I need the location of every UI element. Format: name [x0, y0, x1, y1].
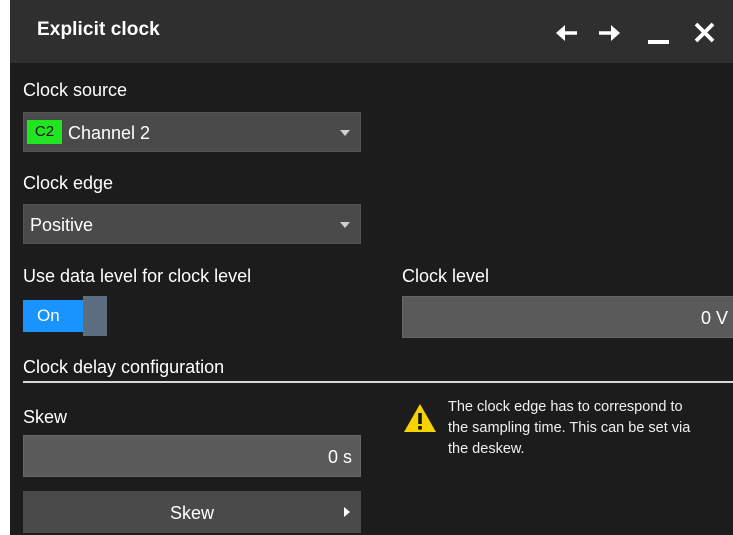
dropdown-arrow-icon	[340, 222, 350, 228]
close-icon[interactable]	[692, 20, 718, 46]
back-arrow-icon[interactable]	[553, 20, 579, 46]
minimize-icon[interactable]	[646, 20, 672, 46]
clock-source-dropdown[interactable]: C2 Channel 2	[23, 112, 361, 152]
skew-field[interactable]: 0 s	[23, 435, 361, 477]
skew-button-label: Skew	[169, 503, 214, 523]
explicit-clock-dialog: Explicit clock Clock source C2 Channel 2…	[10, 0, 733, 535]
skew-label: Skew	[23, 407, 68, 427]
warning-icon	[404, 404, 436, 432]
submenu-arrow-icon	[344, 507, 350, 517]
clock-source-label: Clock source	[23, 80, 128, 100]
clock-level-value: 0 V	[700, 308, 728, 328]
dropdown-arrow-icon	[340, 130, 350, 136]
note-line-1: The clock edge has to correspond to	[448, 399, 683, 415]
clock-edge-value: Positive	[30, 215, 94, 235]
clock-source-value: Channel 2	[68, 123, 151, 143]
skew-button[interactable]: Skew	[23, 491, 361, 533]
toggle-state: On	[23, 300, 83, 332]
clock-edge-dropdown[interactable]: Positive	[23, 204, 361, 244]
use-data-level-label: Use data level for clock level	[23, 266, 252, 286]
skew-value: 0 s	[327, 447, 352, 467]
clock-delay-heading: Clock delay configuration	[23, 357, 225, 377]
clock-level-label: Clock level	[402, 266, 490, 286]
channel-badge: C2	[27, 120, 62, 144]
section-divider	[23, 381, 733, 383]
clock-edge-label: Clock edge	[23, 173, 114, 193]
clock-level-field[interactable]: 0 V	[402, 296, 733, 338]
dialog-title: Explicit clock	[37, 19, 160, 40]
title-bar: Explicit clock	[10, 0, 733, 63]
note-line-2: the sampling time. This can be set via	[448, 420, 691, 436]
note-line-3: the deskew.	[448, 441, 525, 457]
toggle-knob	[83, 296, 107, 336]
forward-arrow-icon[interactable]	[597, 20, 623, 46]
use-data-level-toggle[interactable]: On	[23, 296, 107, 336]
